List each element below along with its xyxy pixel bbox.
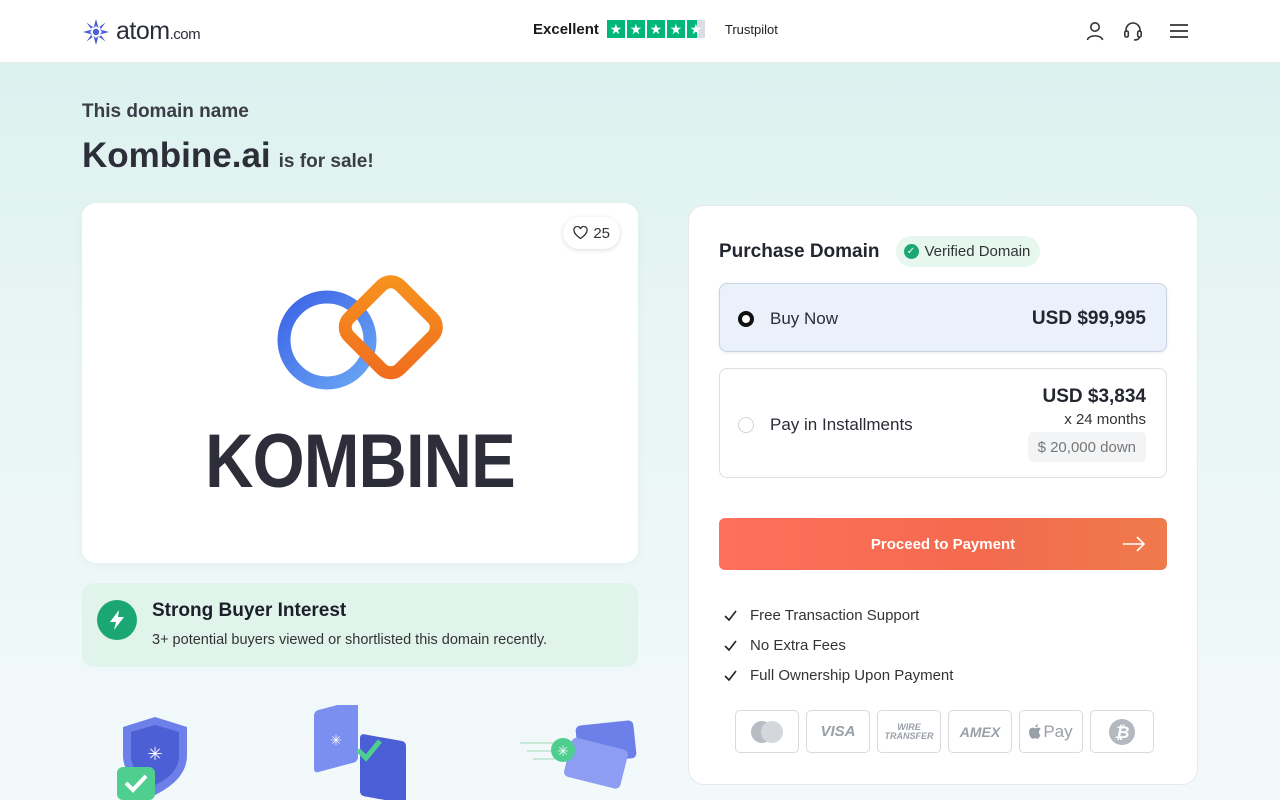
check-icon (724, 670, 737, 681)
trust-rating-label: Excellent (533, 20, 599, 38)
benefits-list: Free Transaction Support No Extra Fees F… (723, 600, 953, 690)
domain-name: Kombine.ai (82, 136, 271, 175)
payment-cards-illustration: ✳ (520, 720, 637, 789)
option-buy-now[interactable]: Buy Now USD $99,995 (719, 283, 1167, 352)
option-label: Pay in Installments (770, 415, 913, 434)
kombine-logo-mark (277, 275, 443, 390)
benefit-item: Full Ownership Upon Payment (723, 660, 953, 690)
headset-support-icon[interactable] (1122, 20, 1144, 42)
benefit-item: Free Transaction Support (723, 600, 953, 630)
verified-label: Verified Domain (924, 243, 1031, 260)
svg-text:✳: ✳ (330, 733, 342, 749)
like-button[interactable]: 25 (563, 217, 620, 249)
atom-logo[interactable]: atom.com (82, 17, 201, 46)
option-price: USD $99,995 (1031, 308, 1146, 329)
check-icon (724, 610, 737, 621)
domain-logo-card: 25 KOMBINE (82, 203, 638, 563)
kombine-wordmark: KOMBINE (205, 419, 516, 504)
buyer-interest-banner: Strong Buyer Interest 3+ potential buyer… (82, 583, 638, 667)
header-actions (1084, 20, 1190, 42)
benefit-label: Full Ownership Upon Payment (750, 666, 954, 684)
hamburger-menu-icon[interactable] (1168, 20, 1190, 42)
amex-icon: AMEX (948, 710, 1012, 753)
purchase-header: Purchase Domain ✓ Verified Domain (719, 236, 1041, 267)
down-payment-badge: $ 20,000 down (1027, 432, 1146, 462)
domain-transfer-illustration: ✳ (314, 705, 406, 800)
interest-description: 3+ potential buyers viewed or shortliste… (152, 632, 548, 648)
benefit-item: No Extra Fees (723, 630, 953, 660)
svg-text:✳: ✳ (147, 744, 162, 765)
half-star-icon: ★ (686, 20, 705, 38)
proceed-button-label: Proceed to Payment (870, 535, 1016, 553)
svg-text:₿: ₿ (1115, 723, 1130, 743)
apple-icon (1029, 723, 1042, 739)
atom-star-icon (83, 18, 109, 45)
payment-methods: VISA WIRE TRANSFER AMEX Pay ₿ (735, 710, 1154, 753)
arrow-right-icon (1123, 536, 1146, 552)
verified-domain-badge: ✓ Verified Domain (895, 236, 1041, 267)
star-icon: ★ (646, 20, 665, 38)
wire-transfer-icon: WIRE TRANSFER (877, 710, 941, 753)
verified-check-icon: ✓ (903, 244, 919, 259)
visa-icon: VISA (806, 710, 870, 753)
benefit-label: Free Transaction Support (750, 606, 920, 624)
option-label: Buy Now (770, 309, 839, 328)
svg-text:✳: ✳ (557, 744, 569, 760)
installment-months: x 24 months (1064, 411, 1146, 428)
logo-text: atom.com (116, 17, 201, 45)
radio-installments[interactable] (738, 417, 754, 433)
user-icon[interactable] (1084, 20, 1106, 42)
proceed-to-payment-button[interactable]: Proceed to Payment (719, 518, 1167, 570)
hero-subtitle: This domain name (82, 101, 249, 122)
mastercard-icon (735, 710, 799, 753)
trustpilot-label: Trustpilot (724, 21, 778, 37)
domain-title: Kombine.ai is for sale! (82, 136, 374, 176)
secure-shield-illustration: ✳ (117, 717, 187, 800)
top-navigation-bar: atom.com Excellent ★ ★ ★ ★ ★ Trustpilot (0, 0, 1280, 63)
apple-pay-icon: Pay (1019, 710, 1083, 753)
check-icon (724, 640, 737, 651)
option-installments[interactable]: Pay in Installments USD $3,834 x 24 mont… (719, 368, 1167, 478)
star-icon: ★ (666, 20, 685, 38)
lightning-icon (97, 600, 137, 640)
for-sale-label: is for sale! (278, 151, 374, 172)
bitcoin-icon: ₿ (1090, 710, 1154, 753)
star-icon: ★ (626, 20, 645, 38)
purchase-panel: Purchase Domain ✓ Verified Domain Buy No… (688, 205, 1198, 785)
heart-icon (573, 226, 588, 240)
radio-buy-now[interactable] (738, 311, 754, 327)
trustpilot-rating[interactable]: Excellent ★ ★ ★ ★ ★ Trustpilot (533, 20, 778, 38)
interest-title: Strong Buyer Interest (152, 600, 347, 621)
benefit-label: No Extra Fees (750, 636, 846, 654)
purchase-title: Purchase Domain (719, 240, 880, 262)
trust-stars: ★ ★ ★ ★ ★ (606, 20, 705, 38)
star-icon: ★ (606, 20, 625, 38)
like-count: 25 (593, 224, 610, 242)
option-price: USD $3,834 (1042, 386, 1146, 407)
